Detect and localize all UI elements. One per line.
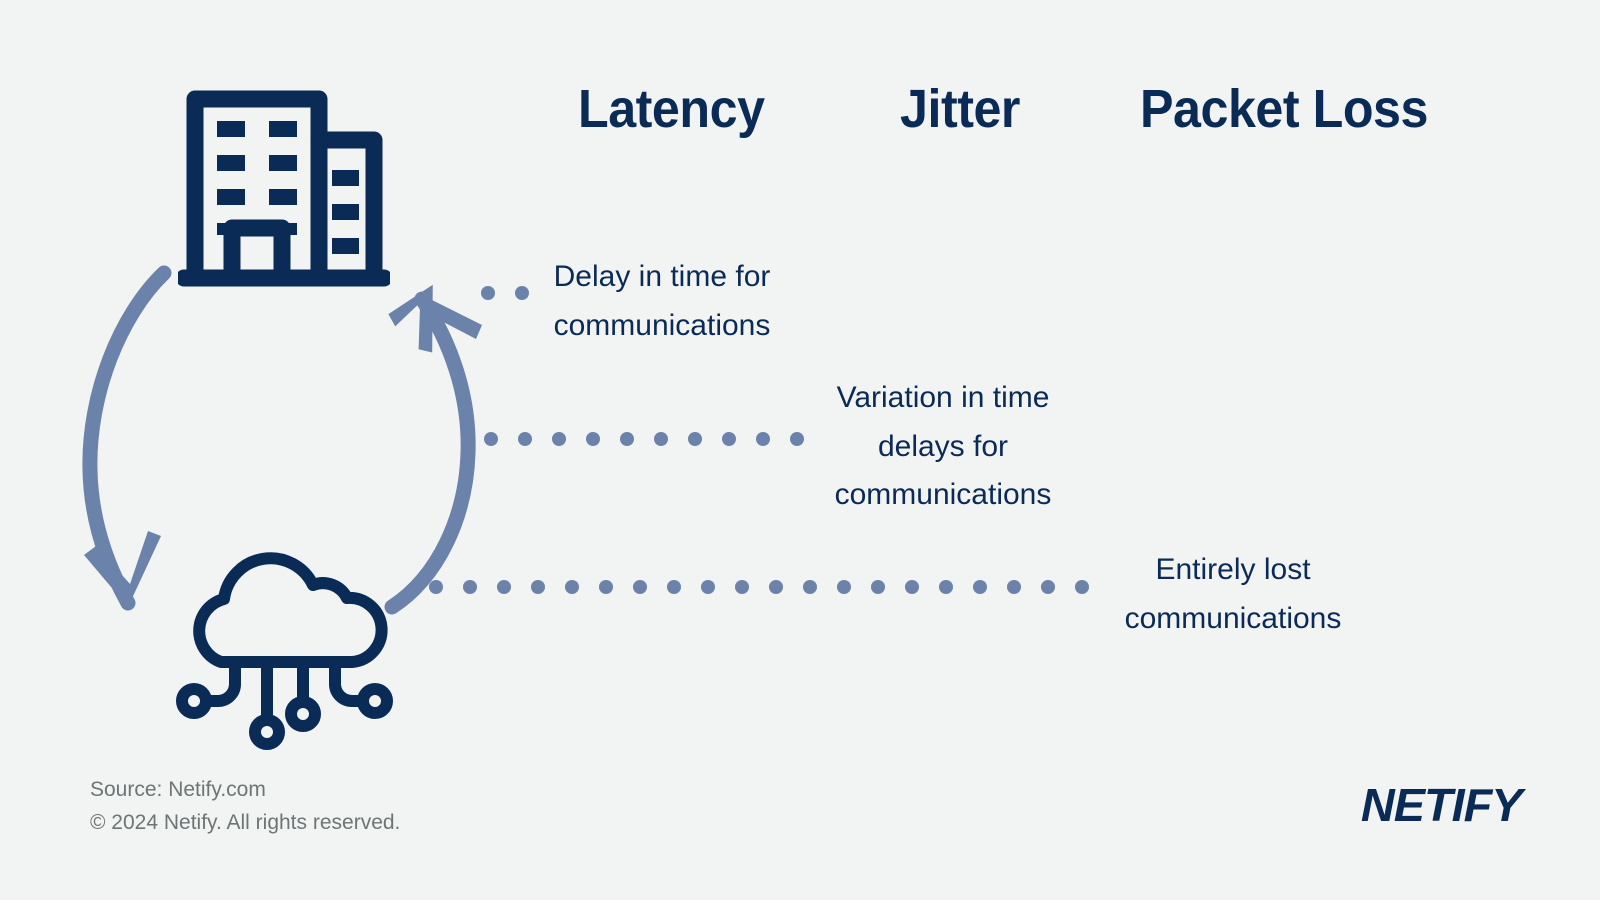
connector-dot [552,432,566,446]
footer-source: Source: Netify.com [90,778,266,801]
connector-dot [837,580,851,594]
connector-dot [1007,580,1021,594]
connector-dots-latency [481,286,529,300]
connector-dot [722,432,736,446]
connector-dot [1075,580,1089,594]
heading-latency: Latency [578,79,765,139]
connector-dot [515,286,529,300]
connector-dot [1041,580,1055,594]
connector-dot [688,432,702,446]
connector-dots-jitter [484,432,804,446]
connector-dot [481,286,495,300]
connector-dot [531,580,545,594]
connector-dots-packet-loss [429,580,1089,594]
connector-dot [620,432,634,446]
connector-dot [939,580,953,594]
curved-arrow-down-icon [60,255,250,625]
connector-dot [586,432,600,446]
connector-dot [756,432,770,446]
connector-dot [429,580,443,594]
infographic-canvas: Latency Jitter Packet Loss Delay in time… [0,0,1600,900]
connector-dot [654,432,668,446]
description-packet-loss: Entirely lost communications [1124,553,1342,635]
heading-jitter: Jitter [900,79,1021,139]
connector-dot [803,580,817,594]
connector-dot [905,580,919,594]
connector-dot [769,580,783,594]
connector-dot [973,580,987,594]
connector-dot [518,432,532,446]
connector-dot [497,580,511,594]
connector-dot [484,432,498,446]
connector-dot [701,580,715,594]
connector-dot [633,580,647,594]
connector-dot [463,580,477,594]
connector-dot [735,580,749,594]
netify-logo: NETIFY [1361,779,1523,831]
connector-dot [871,580,885,594]
connector-dot [790,432,804,446]
connector-dot [667,580,681,594]
heading-packet-loss: Packet Loss [1140,79,1428,139]
description-jitter: Variation in time delays for communicati… [834,381,1052,512]
description-latency: Delay in time for communications [553,260,771,342]
connector-dot [565,580,579,594]
footer-copyright: © 2024 Netify. All rights reserved. [90,811,401,834]
connector-dot [599,580,613,594]
